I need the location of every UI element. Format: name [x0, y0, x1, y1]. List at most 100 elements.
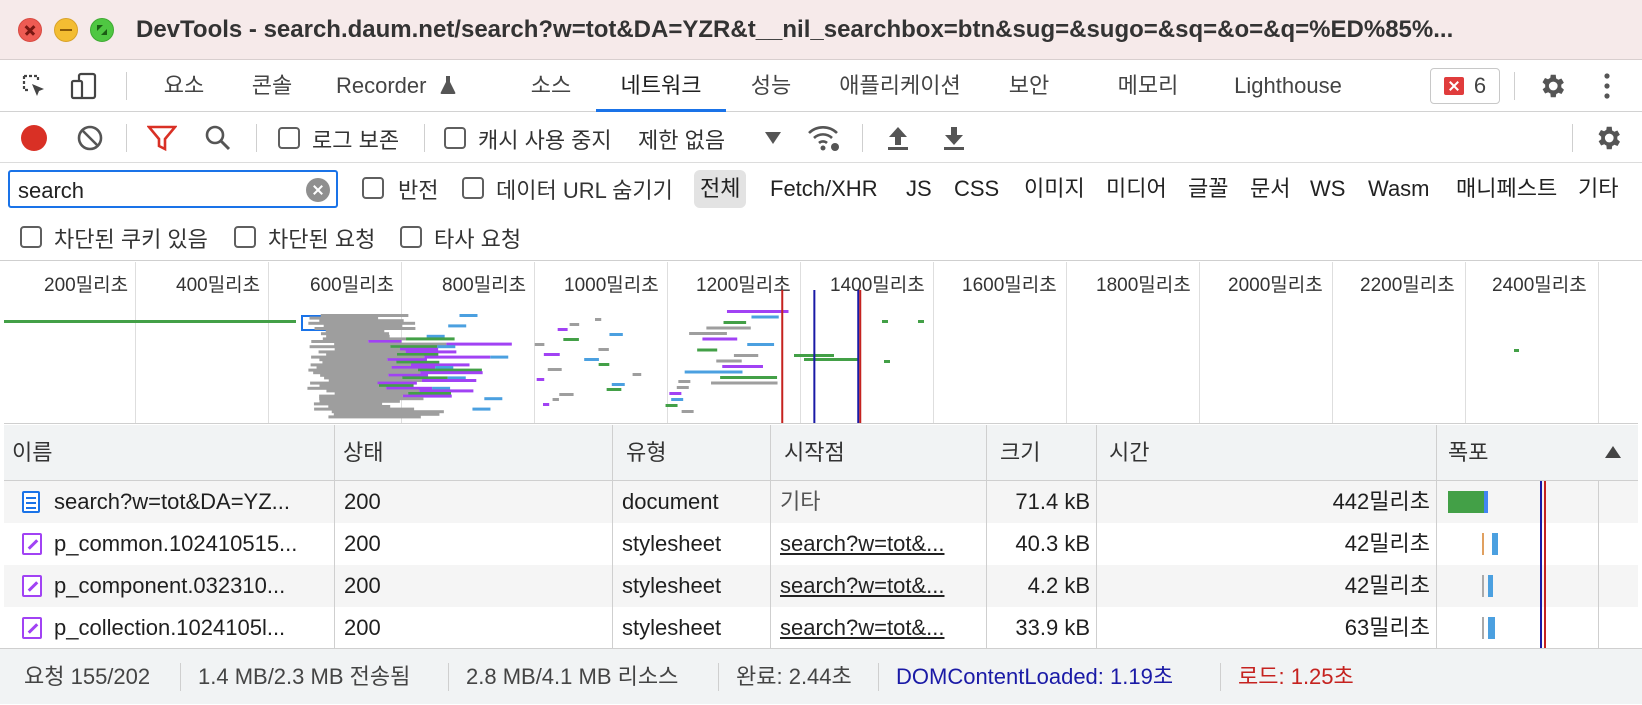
column-type-header[interactable]: 유형 [618, 425, 768, 481]
device-toolbar-button[interactable] [66, 68, 102, 104]
invert-label: 반전 [398, 178, 439, 203]
overview-request-bar [325, 329, 385, 333]
third-party-checkbox[interactable] [400, 226, 422, 248]
type-filter-other[interactable]: 기타 [1578, 170, 1618, 208]
waterfall-bar [1482, 575, 1484, 597]
overview-request-bar [319, 384, 379, 388]
finish-time: 완료: 2.44초 [736, 664, 852, 689]
request-initiator[interactable]: search?w=tot&... [780, 523, 980, 565]
sort-ascending-icon[interactable] [1604, 445, 1622, 459]
tab-recorder[interactable]: Recorder [336, 60, 456, 112]
request-initiator[interactable]: search?w=tot&... [780, 607, 980, 649]
overview-request-bar [702, 337, 738, 341]
invert-checkbox[interactable] [362, 177, 384, 199]
type-filter-doc[interactable]: 문서 [1250, 170, 1290, 208]
column-divider [334, 481, 335, 648]
hide-data-url-checkbox[interactable] [462, 177, 484, 199]
column-initiator-header[interactable]: 시작점 [776, 425, 976, 481]
type-filter-css[interactable]: CSS [954, 170, 999, 208]
column-time-header[interactable]: 시간 [1101, 425, 1421, 481]
settings-button[interactable] [1534, 68, 1570, 104]
column-size-header[interactable]: 크기 [992, 425, 1092, 481]
disable-cache-checkbox[interactable] [444, 127, 466, 149]
network-conditions-button[interactable] [806, 120, 842, 156]
search-button[interactable] [200, 120, 236, 156]
clear-filter-icon[interactable] [306, 178, 330, 202]
type-filter-wasm[interactable]: Wasm [1368, 170, 1430, 208]
type-filter-all[interactable]: 전체 [694, 170, 747, 208]
export-har-button[interactable] [936, 120, 972, 156]
overview-request-bar [324, 376, 403, 380]
clear-button[interactable] [72, 120, 108, 156]
record-icon [21, 125, 47, 151]
table-row[interactable]: p_component.032310... 200 stylesheet search… [4, 565, 1638, 607]
type-filter-manifest[interactable]: 매니페스트 [1456, 170, 1557, 208]
network-overview[interactable]: 200밀리초 400밀리초 600밀리초 800밀리초 1000밀리초 1200… [4, 262, 1638, 424]
request-name: p_collection.1024105l... [54, 615, 286, 640]
overview-request-bar [334, 347, 401, 351]
table-row[interactable]: search?w=tot&DA=YZ... 200 document 기타 71.4 k… [4, 481, 1638, 523]
overview-request-bar [328, 379, 422, 382]
filter-icon [147, 125, 177, 152]
inspect-element-button[interactable] [16, 68, 52, 104]
network-settings-button[interactable] [1590, 120, 1626, 156]
column-divider[interactable] [334, 425, 335, 481]
tab-sources[interactable]: 소스 [520, 60, 582, 112]
type-filter-js[interactable]: JS [906, 170, 932, 208]
request-status: 200 [344, 489, 381, 514]
tab-performance[interactable]: 성능 [740, 60, 802, 112]
minimize-window-button[interactable] [54, 17, 78, 42]
divider [1572, 124, 1573, 152]
table-row[interactable]: p_common.102410515... 200 stylesheet search… [4, 523, 1638, 565]
waterfall-bar [1492, 533, 1498, 555]
tab-lighthouse[interactable]: Lighthouse [1222, 60, 1354, 112]
overview-request-bar [606, 388, 622, 391]
column-divider[interactable] [770, 425, 771, 481]
overview-request-bar [706, 326, 751, 330]
waterfall-bar [1484, 491, 1488, 513]
type-filter-ws[interactable]: WS [1310, 170, 1345, 208]
tab-memory[interactable]: 메모리 [1108, 60, 1188, 112]
table-row[interactable]: p_collection.1024105l... 200 stylesheet sea… [4, 607, 1638, 649]
column-divider[interactable] [1436, 425, 1437, 481]
type-filter-image[interactable]: 이미지 [1024, 170, 1085, 208]
column-divider[interactable] [986, 425, 987, 481]
download-icon [944, 127, 964, 150]
column-waterfall-header[interactable]: 폭포 [1440, 425, 1590, 481]
column-divider[interactable] [612, 425, 613, 481]
close-window-button[interactable] [18, 17, 42, 42]
record-button[interactable] [16, 120, 52, 156]
column-status-header[interactable]: 상태 [335, 425, 599, 481]
more-options-button[interactable] [1592, 68, 1622, 104]
overview-request-bar [882, 320, 888, 323]
overview-request-bar [632, 373, 642, 376]
tab-application[interactable]: 애플리케이션 [830, 60, 970, 112]
overview-request-bar [402, 394, 452, 398]
device-mode-icon [70, 72, 97, 100]
divider [424, 124, 425, 152]
overview-request-bar [446, 342, 512, 346]
type-filter-media[interactable]: 미디어 [1106, 170, 1167, 208]
stylesheet-icon [22, 575, 42, 597]
blocked-cookies-checkbox[interactable] [20, 226, 42, 248]
overview-request-bar [421, 379, 477, 382]
overview-request-bar [402, 376, 448, 380]
throttle-select[interactable]: 제한 없음 [638, 123, 725, 155]
error-count-badge[interactable]: 6 [1430, 68, 1500, 104]
filter-toggle-button[interactable] [144, 120, 180, 156]
type-filter-font[interactable]: 글꼴 [1188, 170, 1228, 208]
tab-network[interactable]: 네트워크 [596, 60, 726, 112]
tab-elements[interactable]: 요소 [152, 60, 216, 112]
type-filter-fetch-xhr[interactable]: Fetch/XHR [770, 170, 878, 208]
import-har-button[interactable] [880, 120, 916, 156]
maximize-window-button[interactable] [90, 17, 114, 42]
request-initiator[interactable]: search?w=tot&... [780, 565, 980, 607]
column-name-header[interactable]: 이름 [4, 425, 334, 481]
tab-security[interactable]: 보안 [998, 60, 1060, 112]
column-divider[interactable] [1096, 425, 1097, 481]
filter-input[interactable]: search [8, 170, 338, 208]
blocked-requests-checkbox[interactable] [234, 226, 256, 248]
network-status-bar: 요청 155/202 1.4 MB/2.3 MB 전송됨 2.8 MB/4.1 … [0, 648, 1642, 704]
tab-console[interactable]: 콘솔 [240, 60, 304, 112]
preserve-log-checkbox[interactable] [278, 127, 300, 149]
